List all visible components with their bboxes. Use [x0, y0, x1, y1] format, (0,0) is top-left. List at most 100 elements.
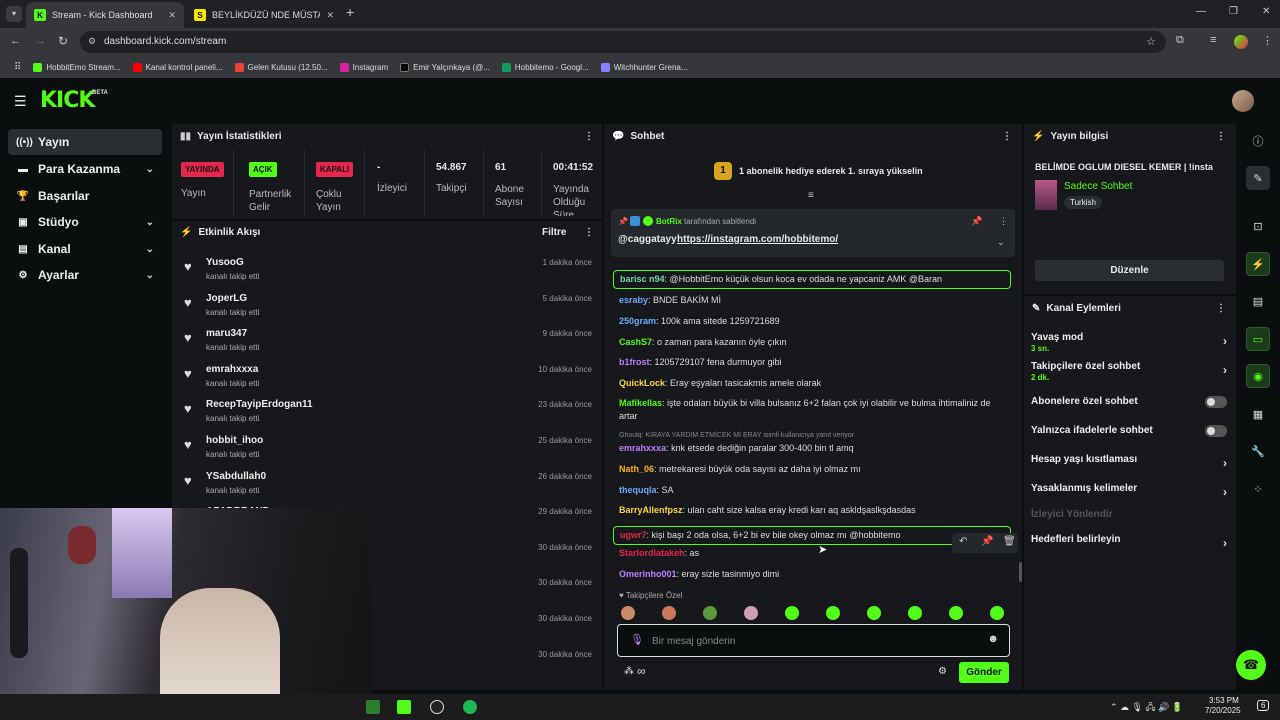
- channel-action-row[interactable]: Yalnızca ifadelerle sohbet: [1031, 425, 1227, 437]
- close-window-icon[interactable]: ✕: [1262, 6, 1270, 17]
- chat-message[interactable]: Starlordlatakeh: as: [619, 547, 1009, 560]
- event-username[interactable]: emrahxxxa: [206, 364, 258, 375]
- taskbar-app-icon[interactable]: [366, 700, 380, 714]
- share-icon[interactable]: ⁘: [1246, 477, 1270, 501]
- bookmark-item[interactable]: Emir Yalçınkaya (@...: [400, 62, 490, 72]
- reply-icon[interactable]: ↶: [959, 536, 967, 547]
- bookmark-item[interactable]: Witchhunter Grena...: [600, 62, 688, 72]
- close-tab-icon[interactable]: ✕: [326, 10, 334, 21]
- stream-info-menu-icon[interactable]: ⋮: [1216, 131, 1226, 142]
- notification-badge[interactable]: 6: [1257, 700, 1270, 711]
- channel-action-row[interactable]: Hesap yaşı kısıtlaması ›: [1031, 454, 1227, 470]
- category-link[interactable]: Sadece Sohbet: [1064, 181, 1132, 192]
- tab-list-button[interactable]: ▾: [6, 6, 22, 22]
- lightning-tool-icon[interactable]: ⚡: [1246, 252, 1270, 276]
- back-icon[interactable]: ←: [10, 35, 21, 47]
- chat-username[interactable]: BarryAllenfpsz: [619, 505, 683, 515]
- url-field[interactable]: ⚙ dashboard.kick.com/stream ☆: [80, 31, 1166, 53]
- chat-username[interactable]: esraby: [619, 295, 648, 305]
- document-icon[interactable]: ▤: [1246, 289, 1270, 313]
- broadcast-tool-icon[interactable]: ◉: [1246, 364, 1270, 388]
- chat-message[interactable]: Mafikellas: işte odaları büyük bi villa …: [619, 397, 1009, 423]
- expand-icon[interactable]: ⌄: [997, 237, 1005, 248]
- hamburger-menu-icon[interactable]: ☰: [14, 93, 27, 110]
- chat-username[interactable]: Mafikellas: [619, 398, 662, 408]
- event-username[interactable]: RecepTayipErdogan11: [206, 399, 313, 410]
- browser-menu-icon[interactable]: ⋮: [1262, 34, 1273, 47]
- edit-stream-button[interactable]: Düzenle: [1035, 260, 1224, 281]
- channel-actions-menu-icon[interactable]: ⋮: [1216, 303, 1226, 314]
- chat-username[interactable]: 250gram: [619, 316, 656, 326]
- channel-action-row[interactable]: Yavaş mod 3 sn. ›: [1031, 332, 1227, 353]
- sidebar-item-para-kazanma[interactable]: ▬ Para Kazanma ⌄: [8, 156, 162, 182]
- chat-message[interactable]: thequqla: SA: [619, 484, 1009, 497]
- emoji-icon[interactable]: ☻: [987, 633, 999, 645]
- event-username[interactable]: JoperLG: [206, 293, 247, 304]
- emote-icon[interactable]: [908, 606, 922, 620]
- chat-message[interactable]: 250gram: 100k ama sitede 1259721689: [619, 315, 1009, 328]
- chat-username[interactable]: b1frost: [619, 357, 650, 367]
- bookmark-item[interactable]: Kanal kontrol paneli...: [132, 62, 223, 72]
- emote-icon[interactable]: [703, 606, 717, 620]
- layout-icon[interactable]: ▦: [1246, 402, 1270, 426]
- chat-username[interactable]: Nath_06: [619, 464, 654, 474]
- chat-message[interactable]: Omerinho001: eray sizle tasinmiyo dimi: [619, 568, 1009, 581]
- wrench-icon[interactable]: 🔧: [1246, 439, 1270, 463]
- headset-support-button[interactable]: ☎: [1236, 650, 1266, 680]
- filter-button[interactable]: Filtre: [542, 227, 566, 238]
- pencil-icon[interactable]: ✎: [1246, 166, 1270, 190]
- chat-message[interactable]: b1frost: 1205729107 fena durmuyor gibi: [619, 356, 1009, 369]
- event-username[interactable]: maru347: [206, 328, 247, 339]
- chat-username[interactable]: thequqla: [619, 485, 657, 495]
- emote-icon[interactable]: [744, 606, 758, 620]
- toggle-switch[interactable]: [1205, 425, 1227, 437]
- channel-action-row[interactable]: Yasaklanmış kelimeler ›: [1031, 483, 1227, 499]
- sidebar-item-basarilar[interactable]: 🏆 Başarılar: [8, 183, 162, 209]
- emote-icon[interactable]: [867, 606, 881, 620]
- chat-username[interactable]: Omerinho001: [619, 569, 677, 579]
- spotify-taskbar-icon[interactable]: [463, 700, 477, 714]
- restore-icon[interactable]: ❐: [1229, 6, 1238, 17]
- emote-icon[interactable]: [662, 606, 676, 620]
- event-username[interactable]: hobbit_ihoo: [206, 435, 263, 446]
- system-tray-icons[interactable]: ⌃ ☁ 🎙 🖧 🔊 🔋: [1110, 700, 1183, 716]
- profile-avatar-icon[interactable]: [1234, 35, 1248, 49]
- sidebar-item-studyo[interactable]: ▣ Stüdyo ⌄: [8, 209, 162, 235]
- channel-action-row[interactable]: Hedefleri belirleyin ›: [1031, 534, 1227, 550]
- pin-message-icon[interactable]: 📌: [981, 536, 993, 547]
- chat-username[interactable]: QuickLock: [619, 378, 665, 388]
- emote-icon[interactable]: [621, 606, 635, 620]
- delete-icon[interactable]: 🗑: [1003, 536, 1016, 547]
- chat-message[interactable]: Ghoulq: KİRAYA YARDIM ETMİCEK Mİ ERAY is…: [619, 431, 1009, 455]
- chat-tool-icon[interactable]: ▭: [1246, 327, 1270, 351]
- clock-date[interactable]: 7/20/2025: [1205, 706, 1241, 715]
- category-thumbnail[interactable]: [1035, 180, 1057, 210]
- chat-input[interactable]: 🎙 Bir mesaj gönderin ☻: [617, 624, 1010, 657]
- stats-menu-icon[interactable]: ⋮: [584, 131, 594, 142]
- chat-username[interactable]: ugwr7: [620, 530, 647, 540]
- browser-tab-sahibinden[interactable]: S BEYLİKDÜZÜ NDE MÜSTAKİL H ✕: [186, 2, 342, 28]
- send-button[interactable]: Gönder: [959, 662, 1009, 683]
- chat-message[interactable]: BarryAllenfpsz: ulan caht size kalsa era…: [619, 504, 1009, 517]
- toggle-switch[interactable]: [1205, 396, 1227, 408]
- kick-logo[interactable]: KICK: [40, 88, 95, 113]
- chat-username[interactable]: CashS7: [619, 337, 652, 347]
- emote-icon[interactable]: [990, 606, 1004, 620]
- sidebar-item-yayin[interactable]: ((•)) Yayın: [8, 129, 162, 155]
- minimize-icon[interactable]: —: [1196, 6, 1206, 17]
- pinned-menu-icon[interactable]: ⋮: [999, 216, 1008, 227]
- sidebar-item-kanal[interactable]: ▤ Kanal ⌄: [8, 236, 162, 262]
- bookmark-item[interactable]: Gelen Kutusu (12.50...: [234, 62, 328, 72]
- channel-action-row[interactable]: Abonelere özel sohbet: [1031, 396, 1227, 408]
- kick-taskbar-icon[interactable]: [397, 700, 411, 714]
- emote-icon[interactable]: [949, 606, 963, 620]
- user-avatar[interactable]: [1232, 90, 1254, 112]
- chat-settings-icon[interactable]: ⚙: [938, 666, 947, 677]
- chat-message[interactable]: Nath_06: metrekaresi büyük oda sayısı az…: [619, 463, 1009, 476]
- microphone-icon[interactable]: 🎙: [630, 633, 644, 646]
- clock-time[interactable]: 3:53 PM: [1209, 696, 1239, 705]
- chat-username[interactable]: Starlordlatakeh: [619, 548, 685, 558]
- points-icon[interactable]: ⁂: [624, 666, 634, 677]
- extensions-icon[interactable]: ⧉: [1176, 34, 1184, 47]
- forward-icon[interactable]: →: [35, 35, 46, 47]
